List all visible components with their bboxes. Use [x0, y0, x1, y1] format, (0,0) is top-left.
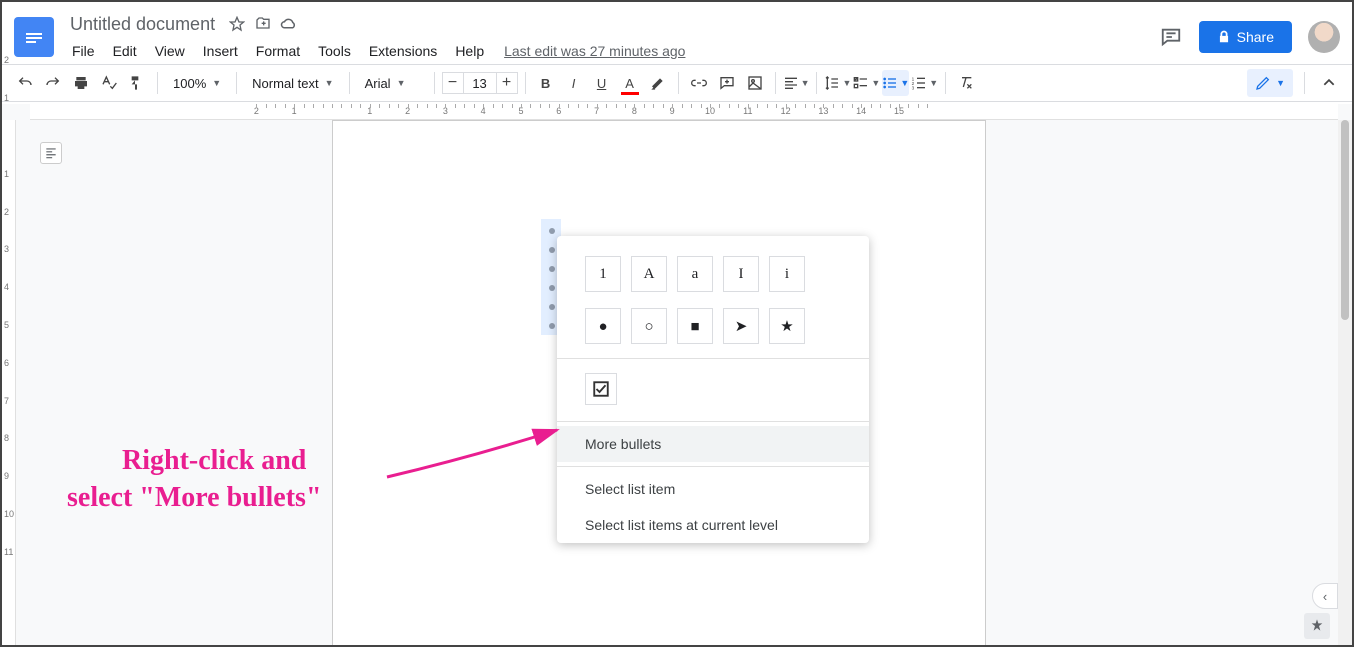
style-select[interactable]: Normal text▼: [244, 70, 341, 96]
separator: [945, 72, 946, 94]
side-panel-toggle[interactable]: ‹: [1312, 583, 1338, 609]
font-size-group: − 13 +: [442, 72, 518, 94]
redo-button[interactable]: [40, 70, 66, 96]
font-size-decrement[interactable]: −: [442, 72, 464, 94]
separator: [157, 72, 158, 94]
document-outline-button[interactable]: [40, 142, 62, 164]
svg-text:3: 3: [912, 86, 915, 91]
list-option-a[interactable]: a: [677, 256, 713, 292]
docs-logo[interactable]: [14, 17, 54, 57]
pencil-icon: [1255, 75, 1271, 91]
print-button[interactable]: [68, 70, 94, 96]
comments-button[interactable]: [1159, 25, 1183, 49]
line-spacing-button[interactable]: ▼: [824, 70, 851, 96]
horizontal-ruler[interactable]: 21123456789101112131415: [30, 104, 1338, 120]
chevron-down-icon: ▼: [1276, 78, 1285, 88]
insert-image-button[interactable]: [742, 70, 768, 96]
italic-button[interactable]: I: [561, 70, 587, 96]
menu-tools[interactable]: Tools: [310, 39, 359, 63]
list-option-arrow[interactable]: ➤: [723, 308, 759, 344]
menu-item-select-level[interactable]: Select list items at current level: [557, 507, 869, 543]
menu-item-more-bullets[interactable]: More bullets: [557, 426, 869, 462]
bullet-context-menu: 1 A a I i ● ○ ■ ➤ ★ More bullets Select …: [557, 236, 869, 543]
separator: [678, 72, 679, 94]
chevron-down-icon: ▼: [212, 78, 221, 88]
separator: [816, 72, 817, 94]
bullet-options-row: ● ○ ■ ➤ ★: [557, 302, 869, 354]
text-color-button[interactable]: A: [617, 70, 643, 96]
last-edit-link[interactable]: Last edit was 27 minutes ago: [504, 43, 685, 59]
separator: [434, 72, 435, 94]
font-select[interactable]: Arial▼: [357, 70, 427, 96]
star-icon[interactable]: [227, 14, 247, 34]
paint-format-button[interactable]: [124, 70, 150, 96]
menu-help[interactable]: Help: [447, 39, 492, 63]
menu-divider: [557, 358, 869, 359]
vertical-scrollbar[interactable]: [1338, 120, 1352, 645]
list-option-square[interactable]: ■: [677, 308, 713, 344]
menu-divider: [557, 466, 869, 467]
menu-extensions[interactable]: Extensions: [361, 39, 445, 63]
user-avatar[interactable]: [1308, 21, 1340, 53]
menu-edit[interactable]: Edit: [105, 39, 145, 63]
separator: [1304, 72, 1305, 94]
bold-button[interactable]: B: [533, 70, 559, 96]
menu-insert[interactable]: Insert: [195, 39, 246, 63]
zoom-select[interactable]: 100%▼: [165, 70, 229, 96]
menu-item-select-list-item[interactable]: Select list item: [557, 471, 869, 507]
bulleted-list-button[interactable]: ▼: [882, 70, 909, 96]
font-size-input[interactable]: 13: [464, 72, 496, 94]
font-size-increment[interactable]: +: [496, 72, 518, 94]
chevron-down-icon: ▼: [397, 78, 406, 88]
clear-formatting-button[interactable]: [953, 70, 979, 96]
list-option-1[interactable]: 1: [585, 256, 621, 292]
menu-file[interactable]: File: [64, 39, 103, 63]
align-button[interactable]: ▼: [783, 70, 810, 96]
share-button[interactable]: Share: [1199, 21, 1292, 53]
separator: [236, 72, 237, 94]
checklist-button[interactable]: ▼: [853, 70, 880, 96]
list-option-I[interactable]: I: [723, 256, 759, 292]
numbering-options-row: 1 A a I i: [557, 250, 869, 302]
list-option-circle[interactable]: ○: [631, 308, 667, 344]
list-option-star[interactable]: ★: [769, 308, 805, 344]
cloud-status-icon[interactable]: [279, 14, 299, 34]
list-option-disc[interactable]: ●: [585, 308, 621, 344]
scrollbar-thumb[interactable]: [1341, 120, 1349, 320]
list-option-checkbox[interactable]: [585, 373, 617, 405]
share-label: Share: [1237, 29, 1274, 45]
menu-view[interactable]: View: [147, 39, 193, 63]
separator: [775, 72, 776, 94]
toolbar: 100%▼ Normal text▼ Arial▼ − 13 + B I U A…: [2, 64, 1352, 102]
separator: [525, 72, 526, 94]
menubar: File Edit View Insert Format Tools Exten…: [64, 39, 1159, 63]
spellcheck-button[interactable]: [96, 70, 122, 96]
list-option-i[interactable]: i: [769, 256, 805, 292]
underline-button[interactable]: U: [589, 70, 615, 96]
menu-format[interactable]: Format: [248, 39, 308, 63]
list-option-A[interactable]: A: [631, 256, 667, 292]
move-icon[interactable]: [253, 14, 273, 34]
numbered-list-button[interactable]: 123▼: [911, 70, 938, 96]
chevron-down-icon: ▼: [325, 78, 334, 88]
lock-icon: [1217, 30, 1231, 44]
insert-comment-button[interactable]: [714, 70, 740, 96]
highlight-button[interactable]: [645, 70, 671, 96]
vertical-ruler[interactable]: 211234567891011: [2, 120, 16, 645]
undo-button[interactable]: [12, 70, 38, 96]
document-title[interactable]: Untitled document: [64, 12, 221, 37]
collapse-toolbar-button[interactable]: [1316, 70, 1342, 96]
explore-button[interactable]: [1304, 613, 1330, 639]
menu-divider: [557, 421, 869, 422]
separator: [349, 72, 350, 94]
insert-link-button[interactable]: [686, 70, 712, 96]
editing-mode-button[interactable]: ▼: [1247, 69, 1293, 97]
